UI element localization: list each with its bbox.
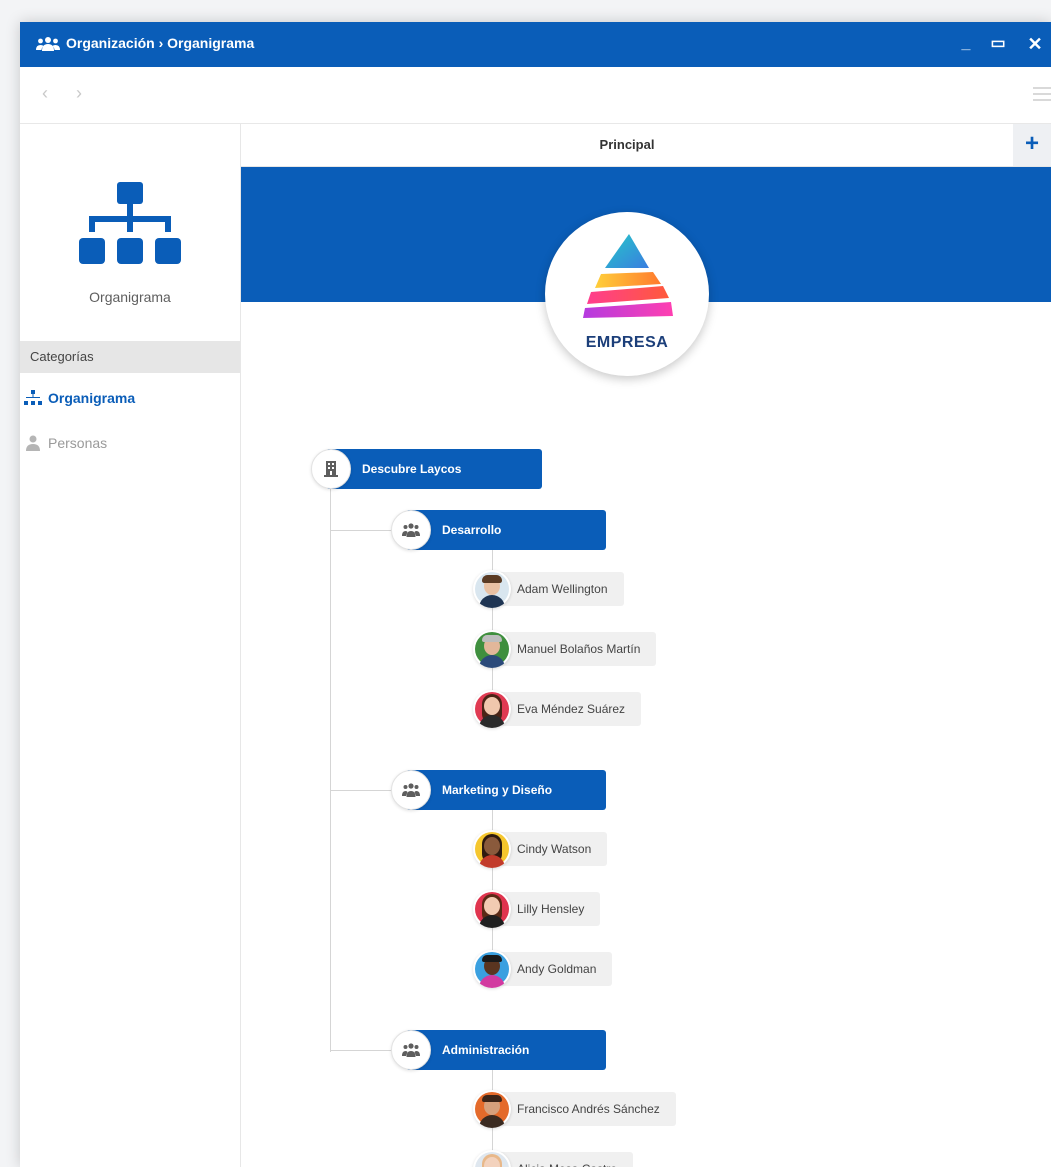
org-person[interactable]: Andy Goldman (473, 950, 683, 988)
sidebar-hero-label: Organigrama (89, 289, 171, 305)
org-person[interactable]: Lilly Hensley (473, 890, 673, 928)
company-logo: EMPRESA (545, 212, 709, 376)
org-person[interactable]: Cindy Watson (473, 830, 673, 868)
close-button[interactable]: ✕ (1023, 32, 1047, 56)
org-node-administracion[interactable]: Administración (391, 1030, 641, 1070)
add-tab-button[interactable]: + (1013, 124, 1051, 166)
org-chart-icon (24, 390, 42, 405)
navigation-toolbar: ‹ › (20, 67, 1051, 124)
org-node-marketing[interactable]: Marketing y Diseño (391, 770, 641, 810)
menu-button[interactable] (1033, 87, 1051, 101)
minimize-button[interactable]: _ (954, 32, 978, 56)
users-icon (36, 37, 60, 51)
sidebar-item-label: Personas (48, 435, 108, 451)
minimize-icon: _ (961, 35, 971, 52)
building-icon (324, 461, 338, 477)
avatar (473, 690, 511, 728)
org-person[interactable]: Eva Méndez Suárez (473, 690, 703, 728)
company-logo-text: EMPRESA (585, 334, 669, 351)
chevron-right-icon: › (76, 83, 82, 103)
maximize-button[interactable]: ▭ (986, 32, 1010, 56)
users-icon (402, 523, 420, 537)
org-person[interactable]: Adam Wellington (473, 570, 693, 608)
org-node-label: Marketing y Diseño (406, 770, 606, 810)
sidebar: Organigrama Categorías Organigrama Perso… (20, 124, 241, 1167)
close-icon: ✕ (1027, 34, 1043, 54)
app-window: Organización › Organigrama _ ▭ ✕ ‹ › Org… (20, 22, 1051, 1167)
title-bar: Organización › Organigrama _ ▭ ✕ (20, 22, 1051, 67)
avatar (473, 830, 511, 868)
chevron-left-icon: ‹ (42, 83, 48, 103)
categories-header: Categorías (20, 341, 240, 373)
window-title: Organización › Organigrama (66, 35, 255, 51)
org-node-desarrollo[interactable]: Desarrollo (391, 510, 641, 550)
person-name: Manuel Bolaños Martín (491, 632, 657, 666)
avatar (473, 630, 511, 668)
tab-bar: Principal + (241, 124, 1051, 167)
org-chart-icon (79, 182, 181, 264)
company-logo-mark (583, 234, 673, 318)
org-person[interactable]: Manuel Bolaños Martín (473, 630, 723, 668)
person-name: Francisco Andrés Sánchez (491, 1092, 676, 1126)
sidebar-item-label: Organigrama (48, 390, 136, 406)
person-name: Eva Méndez Suárez (491, 692, 642, 726)
plus-icon: + (1024, 130, 1039, 157)
users-icon (402, 1043, 420, 1057)
org-person[interactable]: Francisco Andrés Sánchez (473, 1090, 743, 1128)
back-button[interactable]: ‹ (36, 83, 54, 103)
avatar (473, 1090, 511, 1128)
sidebar-item-personas[interactable]: Personas (20, 429, 240, 457)
maximize-icon: ▭ (990, 35, 1006, 52)
tab-principal[interactable]: Principal (241, 124, 1013, 166)
menu-icon (1033, 87, 1051, 89)
sidebar-item-organigrama[interactable]: Organigrama (20, 384, 240, 412)
org-node-label: Desarrollo (406, 510, 606, 550)
org-person[interactable]: Alicia Mesa Castro (473, 1150, 693, 1167)
person-icon (26, 435, 40, 451)
org-node-label: Administración (406, 1030, 606, 1070)
avatar (473, 890, 511, 928)
forward-button[interactable]: › (70, 83, 88, 103)
tree-connector (330, 471, 331, 1052)
main-content: Principal + EMPRESA Descubre Laycos Desa… (241, 124, 1051, 1167)
org-node-label: Descubre Laycos (326, 449, 542, 489)
avatar (473, 570, 511, 608)
person-name: Alicia Mesa Castro (491, 1152, 634, 1167)
users-icon (402, 783, 420, 797)
avatar (473, 950, 511, 988)
org-node-root[interactable]: Descubre Laycos (311, 449, 542, 489)
